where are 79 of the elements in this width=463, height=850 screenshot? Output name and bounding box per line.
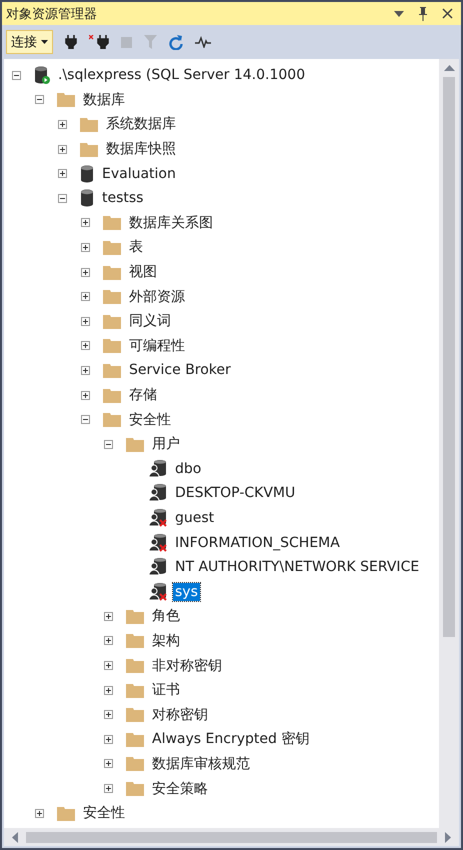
database-icon [80, 164, 94, 183]
scroll-up-icon[interactable] [444, 65, 454, 71]
tree-item[interactable]: 非对称密钥 [150, 656, 224, 676]
folder-icon [126, 732, 144, 747]
pin-icon[interactable] [418, 6, 428, 20]
tree-item[interactable]: 数据库快照 [104, 139, 178, 160]
folder-icon [80, 142, 98, 157]
tree-item[interactable]: 视图 [127, 262, 159, 282]
scroll-left-icon[interactable] [12, 832, 18, 842]
tree-item[interactable]: NT AUTHORITY\NETWORK SERVICE [173, 558, 422, 576]
stop-icon [121, 36, 132, 48]
activity-icon[interactable] [195, 36, 211, 48]
tree-item[interactable]: 架构 [150, 630, 182, 651]
folder-icon [103, 289, 121, 304]
folder-icon [126, 658, 144, 674]
folder-icon [80, 116, 98, 132]
tree-item[interactable]: 安全策略 [150, 778, 210, 799]
folder-icon [126, 608, 144, 624]
tree-item[interactable]: 对称密钥 [150, 704, 210, 725]
folder-icon [126, 436, 144, 452]
tree-item[interactable]: dbo [173, 460, 204, 478]
tree-item[interactable]: testss [100, 189, 146, 208]
tree-item[interactable]: Always Encrypted 密钥 [150, 729, 312, 750]
folder-icon [103, 388, 121, 403]
tree-item[interactable]: DESKTOP-CKVMU [173, 484, 298, 502]
folder-icon [57, 92, 75, 108]
folder-icon [103, 264, 121, 280]
tree-item[interactable]: 可编程性 [127, 336, 187, 356]
caret-icon [41, 40, 48, 44]
refresh-icon[interactable] [169, 34, 183, 50]
tree-item[interactable]: 系统数据库 [104, 114, 178, 134]
vertical-scrollbar[interactable] [439, 59, 459, 828]
database-icon [80, 189, 94, 208]
scroll-right-icon[interactable] [445, 832, 451, 842]
tree-item[interactable]: 证书 [150, 680, 182, 700]
tree-item[interactable]: 数据库 [81, 90, 127, 110]
tree-item[interactable]: 外部资源 [127, 286, 187, 307]
tree-item[interactable]: 角色 [150, 606, 182, 626]
folder-icon [103, 240, 121, 255]
folder-icon [103, 215, 121, 230]
tree-item[interactable]: guest [173, 508, 216, 527]
disabled-user-icon [149, 534, 167, 552]
tree-item[interactable]: 数据库关系图 [127, 212, 215, 233]
close-icon[interactable] [442, 8, 453, 19]
folder-icon [126, 633, 144, 648]
folder-icon [103, 314, 121, 329]
folder-icon [126, 707, 144, 722]
user-icon [149, 460, 167, 478]
tree-item[interactable]: .\sqlexpress (SQL Server 14.0.1000 [56, 66, 308, 84]
tree-item[interactable]: 数据库审核规范 [150, 754, 252, 774]
disabled-user-icon [149, 582, 167, 601]
folder-icon [103, 362, 121, 378]
folder-icon [103, 412, 121, 428]
tree-item[interactable]: 同义词 [127, 311, 173, 332]
folder-icon [126, 756, 144, 772]
disabled-user-icon [149, 508, 167, 527]
filter-icon [144, 35, 157, 49]
plug-icon[interactable] [65, 35, 77, 49]
dropdown-icon[interactable] [394, 10, 404, 16]
folder-icon [126, 682, 144, 698]
tree-item[interactable]: Evaluation [100, 164, 178, 183]
tree-item[interactable]: 表 [127, 237, 145, 258]
disconnect-icon[interactable] [89, 35, 109, 49]
window-title: 对象资源管理器 [6, 6, 97, 22]
folder-icon [103, 338, 121, 354]
tree-item[interactable]: sys [173, 582, 200, 601]
server-icon [34, 66, 50, 84]
tree-item[interactable]: 存储 [127, 385, 159, 406]
user-icon [149, 558, 167, 576]
tree-item[interactable]: 安全性 [127, 410, 173, 430]
tree-item[interactable]: 用户 [150, 434, 182, 454]
connect-button[interactable]: 连接 [6, 30, 53, 54]
tree-item[interactable]: 安全性 [81, 803, 127, 824]
horizontal-scrollbar[interactable] [4, 828, 459, 846]
tree-item[interactable]: Service Broker [127, 361, 233, 380]
folder-icon [126, 781, 144, 796]
folder-icon [57, 806, 75, 821]
user-icon [149, 484, 167, 502]
tree-item[interactable]: INFORMATION_SCHEMA [173, 534, 342, 552]
